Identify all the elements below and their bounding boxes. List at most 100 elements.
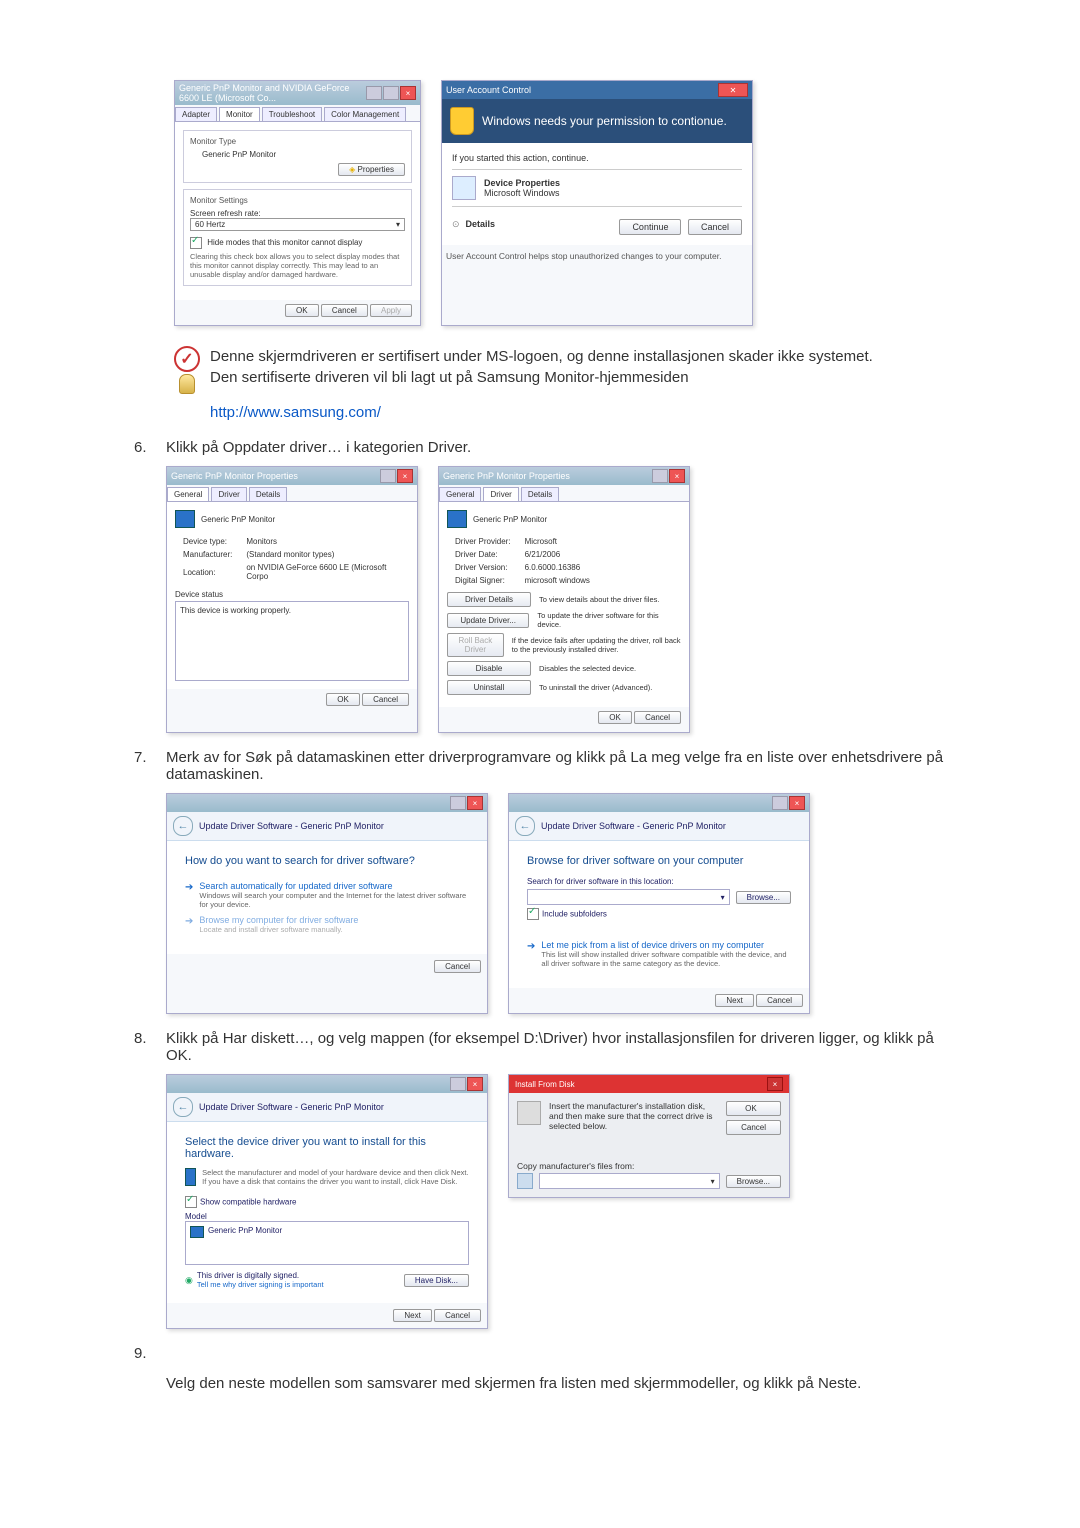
wizard-hint: Select the manufacturer and model of you…: [202, 1168, 469, 1186]
cancel-button[interactable]: Cancel: [726, 1120, 781, 1135]
chevron-down-icon: ▾: [721, 893, 725, 902]
device-name: Generic PnP Monitor: [473, 515, 547, 524]
tab-color[interactable]: Color Management: [324, 107, 406, 121]
uninstall-button[interactable]: Uninstall: [447, 680, 531, 695]
wizard-crumb: Update Driver Software - Generic PnP Mon…: [199, 1102, 384, 1112]
compatible-checkbox[interactable]: [185, 1196, 197, 1208]
tab-driver[interactable]: Driver: [211, 487, 246, 501]
ok-button[interactable]: OK: [285, 304, 319, 317]
option-search-auto[interactable]: ➔ Search automatically for updated drive…: [185, 881, 469, 909]
path-field[interactable]: ▾: [527, 889, 730, 905]
close-icon[interactable]: ×: [767, 1077, 783, 1091]
driver-info-table: Driver Provider:Microsoft Driver Date:6/…: [447, 534, 598, 588]
minimize-icon[interactable]: [450, 796, 466, 810]
have-disk-button[interactable]: Have Disk...: [404, 1274, 469, 1287]
cancel-button[interactable]: Cancel: [688, 219, 742, 235]
copy-path-field[interactable]: ▾: [539, 1173, 720, 1189]
signing-link[interactable]: Tell me why driver signing is important: [197, 1280, 324, 1289]
note-line2: Den sertifiserte driveren vil bli lagt u…: [210, 369, 689, 386]
dialog-title: Generic PnP Monitor Properties: [171, 471, 298, 481]
close-icon[interactable]: ×: [789, 796, 805, 810]
step-number: 9.: [134, 1345, 154, 1392]
copy-from-label: Copy manufacturer's files from:: [517, 1161, 781, 1171]
tab-troubleshoot[interactable]: Troubleshoot: [262, 107, 322, 121]
close-icon[interactable]: ×: [400, 86, 416, 100]
option-pick-from-list[interactable]: ➔ Let me pick from a list of device driv…: [527, 940, 791, 968]
back-arrow-icon[interactable]: ←: [515, 816, 535, 836]
close-icon[interactable]: ×: [467, 796, 483, 810]
maximize-icon[interactable]: [383, 86, 399, 100]
minimize-icon[interactable]: [366, 86, 382, 100]
wizard-question: How do you want to search for driver sof…: [185, 855, 469, 867]
ok-button[interactable]: OK: [598, 711, 632, 724]
cancel-button[interactable]: Cancel: [434, 960, 481, 973]
close-icon[interactable]: ×: [669, 469, 685, 483]
device-status-label: Device status: [175, 590, 409, 599]
samsung-link[interactable]: http://www.samsung.com/: [210, 404, 381, 421]
lightbulb-icon: [179, 374, 195, 394]
wizard-question: Select the device driver you want to ins…: [185, 1136, 469, 1160]
cancel-button[interactable]: Cancel: [321, 304, 368, 317]
monitor-icon: [447, 510, 467, 528]
ok-button[interactable]: OK: [326, 693, 360, 706]
uac-footer: User Account Control helps stop unauthor…: [442, 245, 752, 267]
back-arrow-icon[interactable]: ←: [173, 816, 193, 836]
continue-button[interactable]: Continue: [619, 219, 681, 235]
apply-button[interactable]: Apply: [370, 304, 412, 317]
chevron-down-icon[interactable]: ⊙: [452, 219, 460, 230]
browse-button[interactable]: Browse...: [736, 891, 791, 904]
step8-text: Klikk på Har diskett…, og velg mappen (f…: [166, 1030, 946, 1064]
tab-monitor[interactable]: Monitor: [219, 107, 260, 121]
drive-icon: [517, 1173, 533, 1189]
update-driver-wizard-b: × ← Update Driver Software - Generic PnP…: [508, 793, 810, 1014]
chevron-down-icon: ▾: [711, 1177, 715, 1186]
monitor-icon: [185, 1168, 196, 1186]
monitor-type-label: Monitor Type: [190, 137, 405, 146]
uac-item1: Device Properties: [484, 178, 560, 188]
cancel-button[interactable]: Cancel: [362, 693, 409, 706]
hide-modes-checkbox[interactable]: [190, 237, 202, 249]
tab-details[interactable]: Details: [249, 487, 287, 501]
arrow-icon: ➔: [185, 916, 193, 927]
hide-modes-hint: Clearing this check box allows you to se…: [190, 252, 405, 279]
tab-general[interactable]: General: [439, 487, 481, 501]
tab-general[interactable]: General: [167, 487, 209, 501]
details-toggle[interactable]: Details: [466, 219, 496, 229]
tab-details[interactable]: Details: [521, 487, 559, 501]
uac-dialog: User Account Control ✕ Windows needs you…: [441, 80, 753, 326]
dialog-title: Generic PnP Monitor Properties: [443, 471, 570, 481]
window-controls: ×: [366, 86, 416, 100]
help-icon[interactable]: [652, 469, 668, 483]
cancel-button[interactable]: Cancel: [756, 994, 803, 1007]
browse-button[interactable]: Browse...: [726, 1175, 781, 1188]
close-icon[interactable]: ×: [467, 1077, 483, 1091]
close-icon[interactable]: ✕: [718, 83, 748, 97]
back-arrow-icon[interactable]: ←: [173, 1097, 193, 1117]
update-driver-button[interactable]: Update Driver...: [447, 613, 529, 628]
signed-icon: ◉: [185, 1275, 193, 1286]
driver-details-button[interactable]: Driver Details: [447, 592, 531, 607]
option-browse-computer[interactable]: ➔ Browse my computer for driver software…: [185, 915, 469, 934]
cancel-button[interactable]: Cancel: [634, 711, 681, 724]
next-button[interactable]: Next: [393, 1309, 431, 1322]
help-icon[interactable]: [380, 469, 396, 483]
tab-adapter[interactable]: Adapter: [175, 107, 217, 121]
model-list[interactable]: Generic PnP Monitor: [185, 1221, 469, 1265]
close-icon[interactable]: ×: [397, 469, 413, 483]
minimize-icon[interactable]: [772, 796, 788, 810]
minimize-icon[interactable]: [450, 1077, 466, 1091]
device-status-box: This device is working properly.: [175, 601, 409, 681]
program-icon: [452, 176, 476, 200]
next-button[interactable]: Next: [715, 994, 753, 1007]
rollback-driver-button[interactable]: Roll Back Driver: [447, 633, 504, 657]
properties-button[interactable]: ◈ Properties: [338, 163, 405, 176]
uac-item2: Microsoft Windows: [484, 188, 560, 198]
ok-button[interactable]: OK: [726, 1101, 781, 1116]
include-subfolders-checkbox[interactable]: [527, 908, 539, 920]
refresh-rate-select[interactable]: 60 Hertz▾: [190, 218, 405, 231]
disable-button[interactable]: Disable: [447, 661, 531, 676]
monitor-icon: [190, 1226, 204, 1238]
search-location-label: Search for driver software in this locat…: [527, 877, 791, 886]
cancel-button[interactable]: Cancel: [434, 1309, 481, 1322]
tab-driver[interactable]: Driver: [483, 487, 518, 501]
